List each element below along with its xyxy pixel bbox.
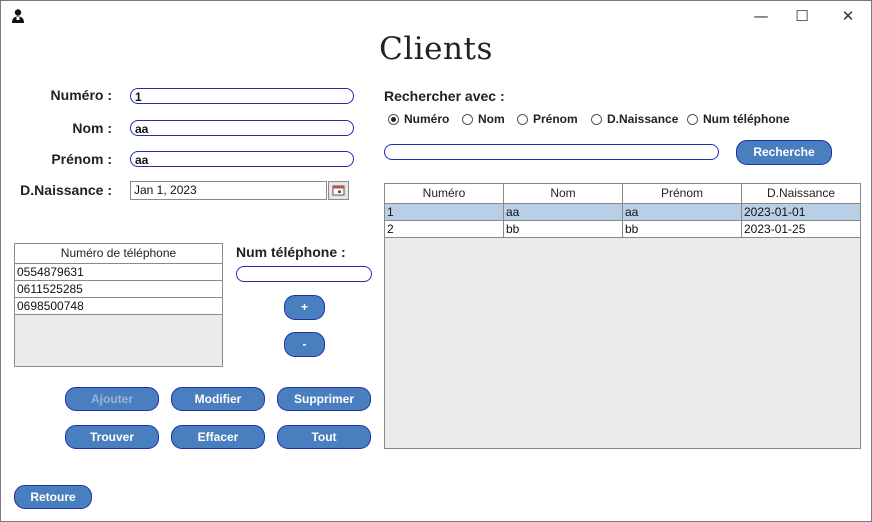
- minimize-button[interactable]: —: [741, 5, 781, 27]
- remove-phone-button[interactable]: -: [284, 332, 325, 357]
- phone-row[interactable]: 0698500748: [15, 298, 222, 315]
- column-header-naissance[interactable]: D.Naissance: [742, 184, 860, 203]
- table-cell: aa: [623, 204, 742, 220]
- table-cell: 2023-01-01: [744, 205, 806, 219]
- phone-cell: 0554879631: [17, 265, 84, 279]
- supprimer-button[interactable]: Supprimer: [277, 387, 371, 411]
- radio-icon: [591, 113, 602, 125]
- phone-row[interactable]: 0611525285: [15, 281, 222, 298]
- add-phone-button[interactable]: +: [284, 295, 325, 320]
- column-header-numero[interactable]: Numéro: [385, 184, 504, 203]
- nom-label: Nom :: [72, 120, 112, 136]
- table-row[interactable]: 1 aa aa 2023-01-01: [385, 204, 860, 221]
- effacer-button[interactable]: Effacer: [171, 425, 265, 449]
- calendar-button[interactable]: [328, 181, 349, 200]
- page-title: Clients: [379, 31, 493, 67]
- modifier-button[interactable]: Modifier: [171, 387, 265, 411]
- ajouter-button[interactable]: Ajouter: [65, 387, 159, 411]
- num-telephone-field[interactable]: [236, 266, 372, 282]
- recherche-button[interactable]: Recherche: [736, 140, 832, 165]
- radio-label: Num téléphone: [703, 112, 790, 126]
- radio-nom[interactable]: Nom: [462, 112, 505, 126]
- nom-field[interactable]: aa: [130, 120, 354, 136]
- radio-selected-icon: [388, 113, 399, 125]
- radio-label: Prénom: [533, 112, 578, 126]
- prenom-label: Prénom :: [51, 151, 112, 167]
- radio-icon: [517, 113, 528, 125]
- radio-label: Nom: [478, 112, 505, 126]
- radio-prenom[interactable]: Prénom: [517, 112, 578, 126]
- phone-cell: 0611525285: [17, 282, 83, 296]
- main-window: — ☐ ✕ Clients Numéro : 1 Nom : aa Prénom…: [0, 0, 872, 522]
- table-cell: 2023-01-25: [744, 222, 806, 236]
- results-table-header: Numéro Nom Prénom D.Naissance: [385, 184, 860, 204]
- trouver-button[interactable]: Trouver: [65, 425, 159, 449]
- table-cell: bb: [623, 221, 742, 237]
- close-button[interactable]: ✕: [828, 5, 868, 27]
- radio-numero[interactable]: Numéro: [388, 112, 449, 126]
- search-input[interactable]: [384, 144, 719, 160]
- phone-cell: 0698500748: [17, 299, 84, 313]
- table-cell: bb: [504, 221, 623, 237]
- column-header-prenom[interactable]: Prénom: [623, 184, 742, 203]
- column-header-nom[interactable]: Nom: [504, 184, 623, 203]
- numero-field[interactable]: 1: [130, 88, 354, 104]
- radio-naissance[interactable]: D.Naissance: [591, 112, 678, 126]
- phone-list-header: Numéro de téléphone: [15, 244, 222, 264]
- tout-button[interactable]: Tout: [277, 425, 371, 449]
- table-row[interactable]: 2 bb bb 2023-01-25: [385, 221, 860, 238]
- radio-label: D.Naissance: [607, 112, 679, 126]
- calendar-icon: [329, 185, 348, 203]
- results-table: Numéro Nom Prénom D.Naissance 1 aa aa 20…: [384, 183, 861, 449]
- radio-icon: [687, 113, 698, 125]
- num-telephone-label: Num téléphone :: [236, 244, 346, 260]
- search-label: Rechercher avec :: [384, 88, 505, 104]
- numero-label: Numéro :: [50, 87, 112, 103]
- phone-list: Numéro de téléphone 0554879631 061152528…: [14, 243, 223, 367]
- date-field[interactable]: Jan 1, 2023: [130, 181, 327, 200]
- phone-row[interactable]: 0554879631: [15, 264, 222, 281]
- table-cell: 2: [385, 221, 504, 237]
- table-cell: 1: [385, 204, 504, 220]
- table-cell: aa: [504, 204, 623, 220]
- maximize-button[interactable]: ☐: [782, 5, 822, 27]
- prenom-field[interactable]: aa: [130, 151, 354, 167]
- phone-column-header[interactable]: Numéro de téléphone: [15, 244, 222, 263]
- naissance-label: D.Naissance :: [20, 182, 112, 198]
- radio-icon: [462, 113, 473, 125]
- retour-button[interactable]: Retoure: [14, 485, 92, 509]
- radio-telephone[interactable]: Num téléphone: [687, 112, 790, 126]
- radio-label: Numéro: [404, 112, 450, 126]
- user-icon: [10, 8, 26, 24]
